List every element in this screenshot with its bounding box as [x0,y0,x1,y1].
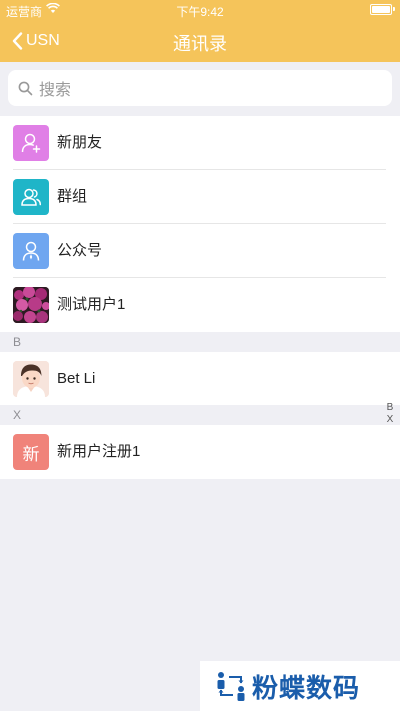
section-header-b: B [0,332,400,352]
contact-list-x: 新 新用户注册1 [0,425,400,479]
list-item-label: 公众号 [57,242,103,259]
list-item-new-friends[interactable]: 新朋友 [0,116,400,170]
feature-list: 新朋友 群组 公众号 测试用户1 [0,116,400,332]
page-title: 通讯录 [173,34,227,54]
list-item-label: 测试用户1 [57,296,126,313]
contact-row[interactable]: Bet Li [0,352,400,406]
flower-photo-avatar [13,287,49,323]
search-input[interactable]: 搜索 [8,70,392,106]
contact-row[interactable]: 新 新用户注册1 [0,425,400,479]
alphabet-index-bar[interactable]: B X [384,402,396,426]
official-account-icon [13,233,49,269]
clock: 下午9:42 [176,5,224,19]
search-placeholder: 搜索 [39,82,72,99]
battery-icon [370,4,395,15]
list-item-label: 新朋友 [57,134,103,151]
status-bar: 运营商 下午9:42 [0,0,400,20]
contact-name: Bet Li [57,370,96,387]
section-header-x: X [0,405,400,425]
header-bar: 运营商 下午9:42 USN 通讯录 [0,0,400,62]
index-letter[interactable]: B [384,402,396,414]
logo-icon [217,672,245,701]
search-icon [18,81,33,96]
list-item-groups[interactable]: 群组 [0,170,400,224]
index-letter[interactable]: X [384,414,396,426]
watermark-text: 粉蝶数码 [252,672,361,703]
search-area: 搜索 [0,62,400,116]
navigation-bar: USN 通讯录 [0,20,400,62]
contact-name: 新用户注册1 [57,443,141,460]
cartoon-avatar [13,361,49,397]
list-item-label: 群组 [57,188,88,205]
contact-list-b: Bet Li [0,352,400,406]
list-item-official-accounts[interactable]: 公众号 [0,224,400,278]
group-icon [13,179,49,215]
watermark-logo: 粉蝶数码 [200,661,400,711]
add-user-icon [13,125,49,161]
text-avatar: 新 [13,434,49,470]
list-item-test-user[interactable]: 测试用户1 [0,278,400,332]
